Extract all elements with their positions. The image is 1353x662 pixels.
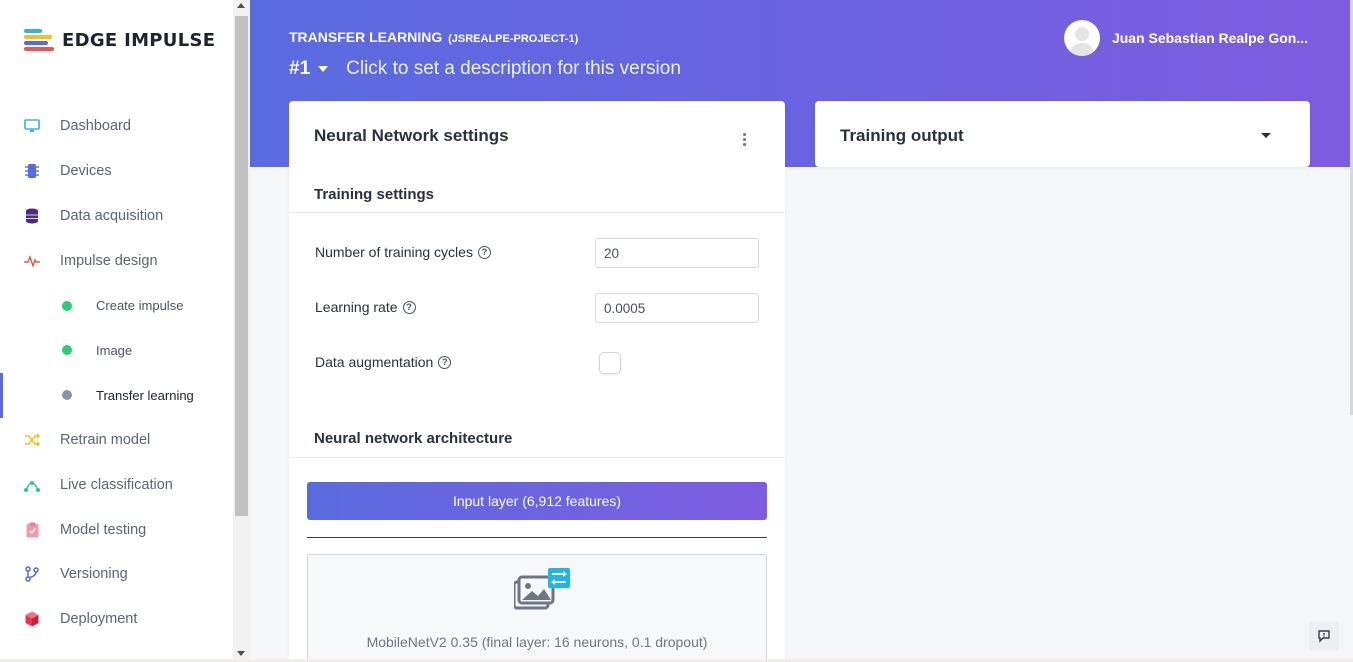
sidebar-item-label: Create impulse	[96, 298, 184, 314]
input-value: 0.0005	[604, 300, 646, 316]
version-number[interactable]: #1	[289, 58, 310, 80]
divider	[289, 457, 785, 458]
sidebar-item-create-impulse[interactable]: Create impulse	[0, 283, 233, 328]
card-title: Neural Network settings	[314, 126, 509, 145]
card-title: Training output	[840, 126, 964, 145]
chevron-down-icon[interactable]	[318, 66, 329, 72]
field-label: Data augmentation	[315, 354, 434, 370]
sidebar-item-impulse-design[interactable]: Impulse design	[0, 238, 233, 283]
sidebar-item-model-testing[interactable]: Model testing	[0, 507, 233, 552]
sidebar-item-label: Transfer learning	[96, 387, 194, 403]
sidebar: EDGE IMPULSE Dashboard Devices Data acqu…	[0, 0, 233, 662]
sidebar-item-label: Live classification	[60, 476, 173, 493]
scroll-down-icon[interactable]	[237, 651, 245, 656]
model-label: MobileNetV2 0.35 (final layer: 16 neuron…	[366, 634, 708, 650]
sidebar-item-label: Data acquisition	[60, 207, 164, 224]
status-dot-icon	[62, 300, 72, 311]
status-dot-icon	[62, 390, 72, 401]
sidebar-item-label: Impulse design	[60, 252, 158, 269]
chat-icon	[1318, 630, 1330, 643]
sidebar-item-label: Deployment	[60, 611, 138, 628]
shuffle-icon	[24, 432, 40, 448]
data-augmentation-checkbox[interactable]	[599, 352, 621, 374]
data-augmentation-label-row: Data augmentation ?	[315, 354, 452, 370]
sidebar-item-label: Image	[96, 342, 133, 358]
sidebar-item-label: Dashboard	[60, 118, 131, 135]
page-title-text: TRANSFER LEARNING	[289, 29, 443, 45]
sidebar-item-dashboard[interactable]: Dashboard	[0, 104, 233, 149]
sidebar-item-label: Model testing	[60, 521, 147, 538]
input-layer-label: Input layer (6,912 features)	[452, 493, 622, 509]
sidebar-item-label: Versioning	[60, 566, 128, 583]
page-title: TRANSFER LEARNING (JSREALPE-PROJECT-1)	[289, 29, 578, 45]
edge-impulse-logo-icon	[24, 28, 54, 52]
pulse-icon	[24, 253, 40, 269]
neural-network-settings-card: Neural Network settings Training setting…	[289, 101, 785, 662]
help-icon[interactable]: ?	[438, 355, 452, 369]
scroll-up-icon[interactable]	[237, 3, 245, 8]
avatar[interactable]	[1063, 20, 1100, 56]
field-label: Number of training cycles	[315, 244, 473, 260]
version-description[interactable]: Click to set a description for this vers…	[346, 58, 681, 80]
sidebar-item-data-acquisition[interactable]: Data acquisition	[0, 194, 233, 239]
status-dot-icon	[62, 345, 72, 356]
learning-rate-input[interactable]: 0.0005	[595, 293, 759, 323]
branch-icon	[24, 566, 40, 583]
sidebar-item-transfer-learning[interactable]: Transfer learning	[0, 372, 233, 418]
sidebar-item-deployment[interactable]: Deployment	[0, 597, 233, 642]
training-output-card[interactable]: Training output	[815, 101, 1310, 167]
kebab-menu-icon[interactable]	[743, 133, 747, 146]
sidebar-item-label: Devices	[60, 163, 112, 180]
brand-logo[interactable]: EDGE IMPULSE	[24, 28, 215, 52]
chevron-down-icon[interactable]	[1261, 133, 1271, 138]
training-settings-heading: Training settings	[314, 186, 435, 203]
field-label: Learning rate	[315, 299, 398, 315]
training-cycles-label-row: Number of training cycles ?	[315, 244, 491, 260]
transfer-images-icon	[512, 568, 574, 612]
chip-icon	[24, 163, 40, 179]
sidebar-item-live-classification[interactable]: Live classification	[0, 462, 233, 507]
scrollbar-thumb[interactable]	[235, 16, 248, 516]
input-layer-block[interactable]: Input layer (6,912 features)	[307, 482, 767, 520]
learning-rate-label-row: Learning rate ?	[315, 299, 416, 315]
sidebar-nav: Dashboard Devices Data acquisition Impul…	[0, 104, 233, 642]
architecture-heading: Neural network architecture	[314, 430, 513, 447]
sidebar-item-versioning[interactable]: Versioning	[0, 552, 233, 597]
model-block[interactable]: MobileNetV2 0.35 (final layer: 16 neuron…	[307, 554, 767, 662]
divider	[289, 212, 785, 213]
monitor-icon	[24, 118, 40, 134]
project-name: (JSREALPE-PROJECT-1)	[448, 33, 579, 45]
sidebar-item-image[interactable]: Image	[0, 328, 233, 373]
network-icon	[24, 477, 40, 493]
clipboard-check-icon	[24, 522, 40, 538]
training-cycles-input[interactable]: 20	[595, 238, 759, 268]
help-icon[interactable]: ?	[477, 245, 491, 259]
sidebar-item-retrain-model[interactable]: Retrain model	[0, 418, 233, 463]
sidebar-item-label: Retrain model	[60, 431, 151, 448]
user-name[interactable]: Juan Sebastian Realpe Gon...	[1112, 30, 1308, 46]
version-selector[interactable]: #1 Click to set a description for this v…	[289, 58, 681, 80]
box-icon	[24, 611, 40, 627]
feedback-button[interactable]	[1309, 622, 1339, 650]
divider	[307, 537, 767, 538]
brand-name: EDGE IMPULSE	[62, 29, 216, 51]
sidebar-scrollbar[interactable]	[233, 0, 250, 662]
sidebar-item-devices[interactable]: Devices	[0, 149, 233, 194]
database-icon	[24, 208, 40, 224]
input-value: 20	[604, 245, 620, 261]
help-icon[interactable]: ?	[402, 300, 416, 314]
user-menu[interactable]: Juan Sebastian Realpe Gon...	[1063, 20, 1308, 56]
